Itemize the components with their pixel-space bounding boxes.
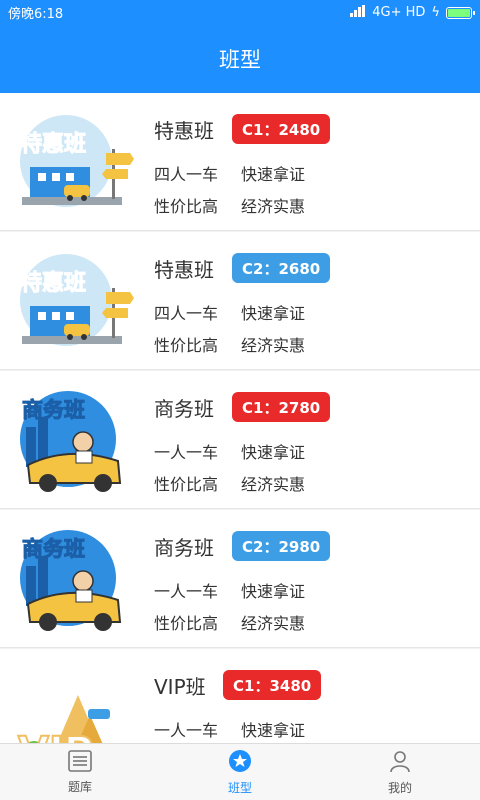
feature-text: 快速拿证 <box>241 721 306 740</box>
class-name: 特惠班 <box>154 119 214 143</box>
feature-row: 一人一车 快速拿证 <box>154 439 305 463</box>
feature-row: 性价比高 经济实惠 <box>154 332 305 356</box>
price-badge: C1：2480 <box>232 114 331 144</box>
vip-class-illustration: VIP <box>17 695 110 743</box>
price-badge: C1：2780 <box>232 392 331 422</box>
price-badge: C1：3480 <box>223 670 322 700</box>
feature-text: 性价比高 <box>154 197 219 216</box>
page-title: 班型 <box>219 48 261 72</box>
svg-text:特惠班: 特惠班 <box>20 131 86 157</box>
feature-text: 快速拿证 <box>241 443 306 462</box>
feature-row: 四人一车 快速拿证 <box>154 300 305 324</box>
feature-text: 四人一车 <box>154 165 219 184</box>
question-bank-icon <box>68 749 92 775</box>
feature-text: 快速拿证 <box>241 304 306 323</box>
price-badge: C2：2680 <box>232 253 331 283</box>
price-badge: C2：2980 <box>232 531 331 561</box>
svg-text:VIP: VIP <box>18 729 93 743</box>
svg-text:商务班: 商务班 <box>22 398 85 422</box>
feature-row: 一人一车 快速拿证 <box>154 717 305 741</box>
feature-text: 性价比高 <box>154 614 219 633</box>
feature-row: 一人一车 快速拿证 <box>154 578 305 602</box>
signal-icon <box>350 4 366 21</box>
status-time: 傍晚6:18 <box>8 7 64 22</box>
feature-text: 一人一车 <box>154 582 219 601</box>
feature-text: 经济实惠 <box>241 197 306 216</box>
battery-icon <box>446 6 475 19</box>
feature-text: 快速拿证 <box>241 582 306 601</box>
user-icon <box>388 749 412 776</box>
network-label: 4G+ HD <box>372 5 426 20</box>
tab-label: 我的 <box>387 780 412 795</box>
class-name: VIP班 <box>154 675 206 699</box>
svg-text:商务班: 商务班 <box>22 537 85 561</box>
feature-text: 一人一车 <box>154 443 219 462</box>
class-name: 商务班 <box>154 536 214 560</box>
class-card[interactable]: VIP VIP班 C1：3480 一人一车 快速拿证 <box>0 649 480 743</box>
business-class-illustration: 商务班 <box>20 530 122 631</box>
discount-class-illustration: 特惠班 <box>20 254 134 346</box>
feature-text: 经济实惠 <box>241 475 306 494</box>
class-name: 特惠班 <box>154 258 214 282</box>
star-icon <box>228 749 252 776</box>
tab-mine[interactable]: 我的 <box>320 744 480 800</box>
discount-class-illustration: 特惠班 <box>20 115 134 207</box>
feature-text: 经济实惠 <box>241 336 306 355</box>
bottom-tab-bar: 题库 班型 我的 <box>0 743 480 800</box>
feature-row: 四人一车 快速拿证 <box>154 161 305 185</box>
class-card[interactable]: 商务班 商务班 C2：2980 一人一车 快速拿证 性价比高 经济实惠 <box>0 510 480 648</box>
business-class-illustration: 商务班 <box>20 391 122 492</box>
class-card[interactable]: 特惠班 特惠班 C1：2480 四人一车 快速拿证 性价比高 经济实惠 <box>0 93 480 231</box>
feature-text: 一人一车 <box>154 721 219 740</box>
feature-text: 性价比高 <box>154 336 219 355</box>
charging-icon: ϟ <box>431 5 440 20</box>
class-card[interactable]: 特惠班 特惠班 C2：2680 四人一车 快速拿证 性价比高 经济实惠 <box>0 232 480 370</box>
feature-text: 经济实惠 <box>241 614 306 633</box>
class-list: 特惠班 特惠班 C1：2480 四人一车 快速拿证 性价比高 经济实惠 特惠班 … <box>0 93 480 743</box>
page-header: 班型 <box>0 25 480 93</box>
class-name: 商务班 <box>154 397 214 421</box>
tab-question-bank[interactable]: 题库 <box>0 744 160 800</box>
feature-row: 性价比高 经济实惠 <box>154 471 305 495</box>
class-card[interactable]: 商务班 商务班 C1：2780 一人一车 快速拿证 性价比高 经济实惠 <box>0 371 480 509</box>
feature-text: 性价比高 <box>154 475 219 494</box>
status-bar: 傍晚6:18 4G+ HD ϟ <box>0 0 480 25</box>
feature-row: 性价比高 经济实惠 <box>154 193 305 217</box>
tab-class-type[interactable]: 班型 <box>160 744 320 800</box>
tab-label: 班型 <box>227 780 252 795</box>
feature-text: 快速拿证 <box>241 165 306 184</box>
feature-row: 性价比高 经济实惠 <box>154 610 305 634</box>
tab-label: 题库 <box>67 779 92 794</box>
svg-text:特惠班: 特惠班 <box>20 270 86 296</box>
feature-text: 四人一车 <box>154 304 219 323</box>
